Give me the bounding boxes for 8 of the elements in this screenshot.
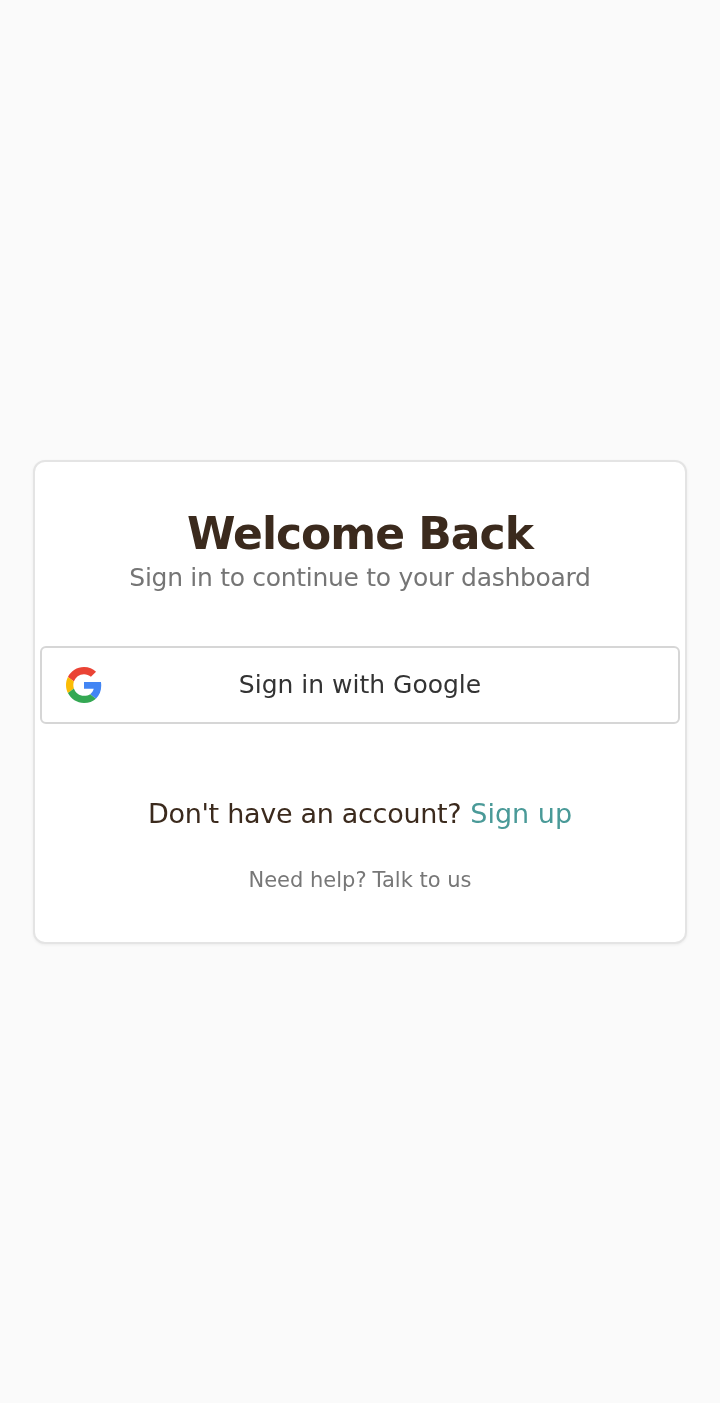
card-title: Welcome Back xyxy=(187,506,533,561)
google-sign-in-button[interactable]: Sign in with Google xyxy=(40,645,680,724)
google-logo-icon xyxy=(66,666,102,703)
card-subtitle: Sign in to continue to your dashboard xyxy=(129,561,591,594)
contact-link[interactable]: Talk to us xyxy=(372,865,472,894)
signup-prompt: Don't have an account? xyxy=(147,796,462,831)
help-prompt: Need help? xyxy=(248,866,367,894)
sign-up-link[interactable]: Sign up xyxy=(470,795,573,832)
